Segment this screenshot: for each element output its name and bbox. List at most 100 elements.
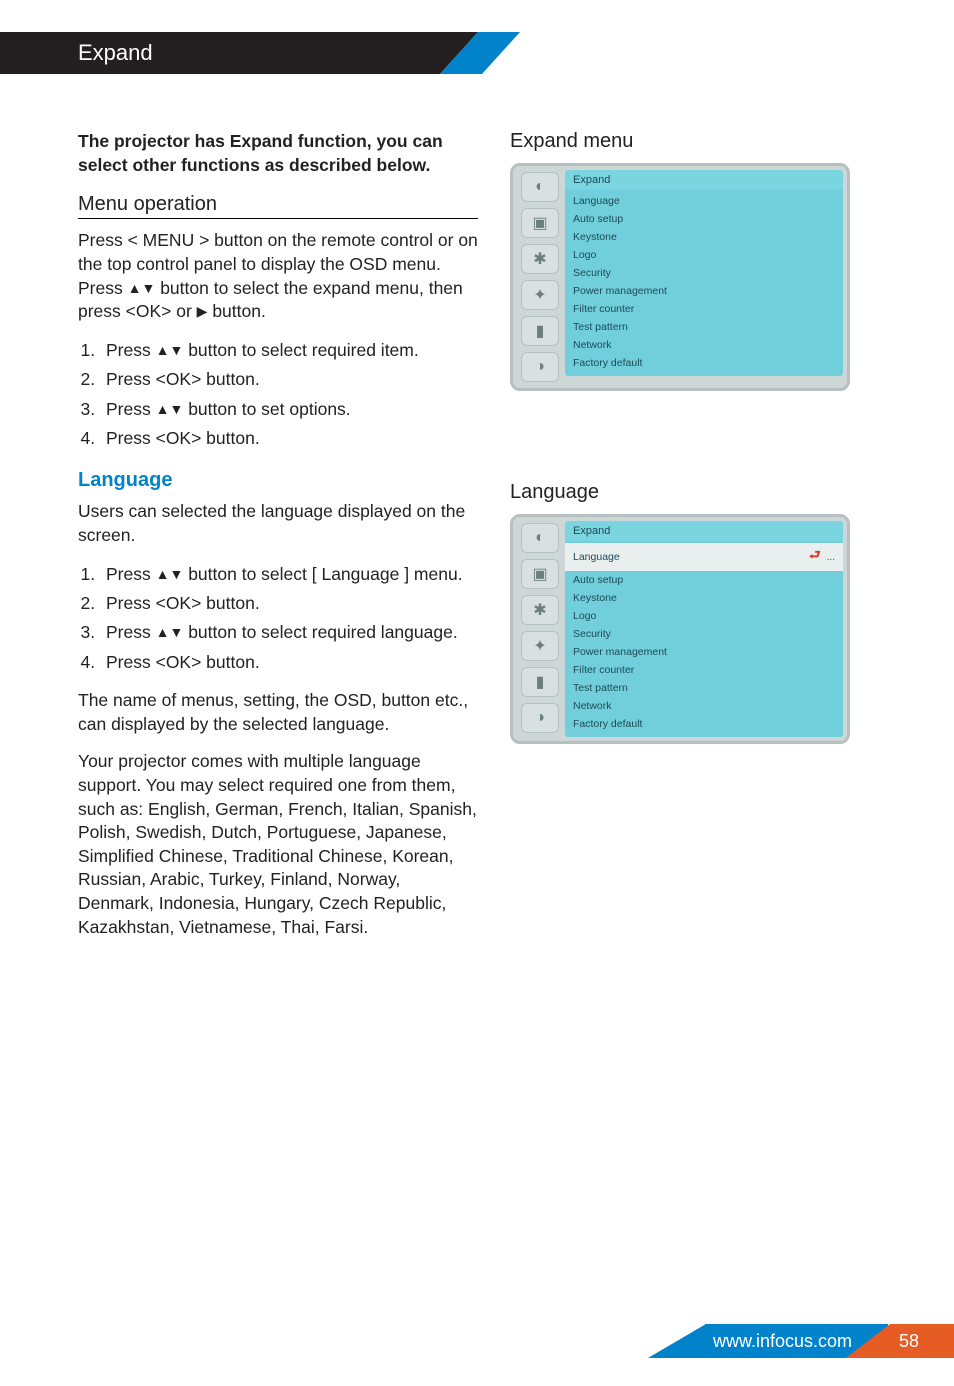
info-icon: ◑ [521, 352, 559, 382]
osd-menu: Expand Language Auto setup Keystone Logo… [565, 170, 843, 384]
osd-item-network[interactable]: Network [565, 697, 843, 715]
osd-item-auto-setup[interactable]: Auto setup [565, 571, 843, 589]
osd-menu: Expand Language ⮐ ... Auto setup Keyston… [565, 521, 843, 737]
osd-item-label: Language [573, 551, 620, 563]
memory-icon: ▮ [521, 667, 559, 697]
list-item: Press ▲▼ button to select [ Language ] m… [100, 562, 478, 587]
osd-item-label: Filter counter [573, 303, 634, 315]
osd-item-power-management[interactable]: Power management [565, 643, 843, 661]
page-footer: www.infocus.com 58 [648, 1324, 954, 1358]
up-down-arrows-icon: ▲▼ [156, 401, 184, 417]
up-down-arrows-icon: ▲▼ [128, 280, 156, 296]
osd-item-test-pattern[interactable]: Test pattern [565, 318, 843, 336]
expand-icon: ✦ [521, 280, 559, 310]
right-column: Expand menu ◐ ▣ ✱ ✦ ▮ ◑ Expand Language … [510, 130, 876, 953]
language-para2: The name of menus, setting, the OSD, but… [78, 689, 478, 736]
list-item: Press ▲▼ button to select required item. [100, 338, 478, 363]
osd-item-label: Auto setup [573, 574, 623, 586]
step-suffix: button to set options. [183, 399, 350, 419]
osd-item-factory-default[interactable]: Factory default [565, 354, 843, 372]
osd-item-label: Power management [573, 646, 667, 658]
menu-op-suffix: button. [207, 301, 265, 321]
image-icon: ◐ [521, 172, 559, 202]
step-prefix: Press [106, 340, 156, 360]
osd-item-keystone[interactable]: Keystone [565, 228, 843, 246]
osd-item-label: Logo [573, 610, 596, 622]
osd-item-label: Language [573, 195, 620, 207]
section-title: Expand [0, 32, 478, 74]
page-number-text: 58 [899, 1331, 919, 1352]
up-down-arrows-icon: ▲▼ [156, 566, 184, 582]
step-prefix: Press [106, 622, 156, 642]
right-arrow-icon: ▶ [197, 303, 208, 319]
osd-item-label: Factory default [573, 718, 642, 730]
screen-icon: ▣ [521, 559, 559, 589]
menu-operation-para: Press < MENU > button on the remote cont… [78, 229, 478, 324]
osd-item-label: Factory default [573, 357, 642, 369]
up-down-arrows-icon: ▲▼ [156, 624, 184, 640]
osd-menu-head: Expand [565, 521, 843, 541]
osd-menu-body: Language ⮐ ... Auto setup Keystone Logo … [565, 541, 843, 737]
language-para3: Your projector comes with multiple langu… [78, 750, 478, 939]
enter-icon: ⮐ ... [809, 546, 835, 568]
osd-item-language[interactable]: Language [565, 192, 843, 210]
osd-item-label: Logo [573, 249, 596, 261]
osd-item-factory-default[interactable]: Factory default [565, 715, 843, 733]
menu-operation-steps: Press ▲▼ button to select required item.… [78, 338, 478, 452]
language-heading: Language [78, 469, 478, 492]
footer-accent-blue [648, 1324, 706, 1358]
settings-icon: ✱ [521, 244, 559, 274]
osd-item-network[interactable]: Network [565, 336, 843, 354]
content-area: The projector has Expand function, you c… [0, 74, 954, 953]
osd-icon-column: ◐ ▣ ✱ ✦ ▮ ◑ [513, 517, 565, 741]
step-suffix: button to select required language. [183, 622, 457, 642]
step-suffix: button to select [ Language ] menu. [183, 564, 462, 584]
osd-item-keystone[interactable]: Keystone [565, 589, 843, 607]
screen-icon: ▣ [521, 208, 559, 238]
osd2-title: Language [510, 481, 876, 504]
list-item: Press ▲▼ button to set options. [100, 397, 478, 422]
osd-item-value: ... [827, 552, 835, 563]
osd-item-label: Auto setup [573, 213, 623, 225]
osd-item-security[interactable]: Security [565, 625, 843, 643]
step-suffix: button to select required item. [183, 340, 418, 360]
list-item: Press <OK> button. [100, 367, 478, 392]
osd-item-power-management[interactable]: Power management [565, 282, 843, 300]
osd-item-auto-setup[interactable]: Auto setup [565, 210, 843, 228]
up-down-arrows-icon: ▲▼ [156, 342, 184, 358]
page-header: Expand [0, 32, 954, 74]
step-prefix: Press [106, 564, 156, 584]
osd-item-label: Test pattern [573, 321, 628, 333]
osd-panel-expand: ◐ ▣ ✱ ✦ ▮ ◑ Expand Language Auto setup K… [510, 163, 850, 391]
menu-operation-heading: Menu operation [78, 193, 478, 219]
osd1-title: Expand menu [510, 130, 876, 153]
osd-item-label: Security [573, 628, 611, 640]
osd-item-filter-counter[interactable]: Filter counter [565, 300, 843, 318]
osd-item-label: Network [573, 339, 612, 351]
list-item: Press ▲▼ button to select required langu… [100, 620, 478, 645]
step-prefix: Press [106, 399, 156, 419]
osd-item-label: Power management [573, 285, 667, 297]
expand-icon: ✦ [521, 631, 559, 661]
osd-item-test-pattern[interactable]: Test pattern [565, 679, 843, 697]
footer-url-text: www.infocus.com [713, 1331, 852, 1352]
language-para1: Users can selected the language displaye… [78, 500, 478, 547]
osd-item-label: Filter counter [573, 664, 634, 676]
image-icon: ◐ [521, 523, 559, 553]
osd-item-label: Keystone [573, 592, 617, 604]
page-number: 58 [890, 1324, 954, 1358]
list-item: Press <OK> button. [100, 591, 478, 616]
memory-icon: ▮ [521, 316, 559, 346]
osd-item-security[interactable]: Security [565, 264, 843, 282]
osd-menu-head: Expand [565, 170, 843, 190]
osd-item-logo[interactable]: Logo [565, 607, 843, 625]
settings-icon: ✱ [521, 595, 559, 625]
osd-item-language[interactable]: Language ⮐ ... [565, 543, 843, 571]
left-column: The projector has Expand function, you c… [78, 130, 478, 953]
osd-item-filter-counter[interactable]: Filter counter [565, 661, 843, 679]
section-title-text: Expand [78, 40, 153, 66]
intro-text: The projector has Expand function, you c… [78, 130, 478, 177]
osd-item-logo[interactable]: Logo [565, 246, 843, 264]
osd-item-label: Network [573, 700, 612, 712]
osd-panel-language: ◐ ▣ ✱ ✦ ▮ ◑ Expand Language ⮐ ... Auto s… [510, 514, 850, 744]
